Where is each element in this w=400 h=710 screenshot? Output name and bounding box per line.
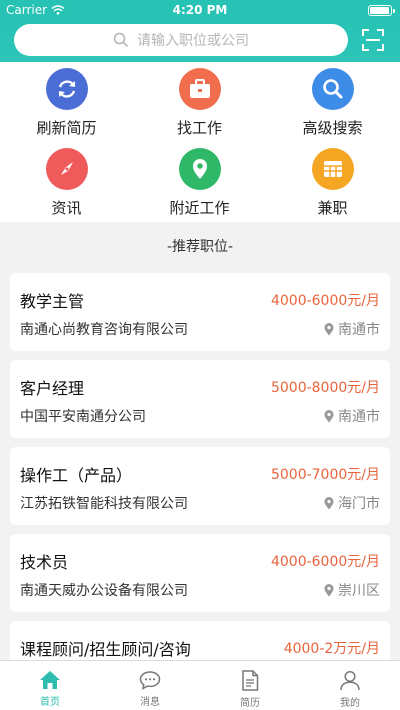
scan-icon[interactable] [362,29,384,51]
tab-profile[interactable]: 我的 [300,661,400,710]
job-salary: 5000-8000元/月 [270,380,380,396]
job-title: 技术员 [20,553,69,572]
job-location-label: 南通市 [338,409,380,425]
search-icon [113,32,129,48]
tab-home[interactable]: 首页 [0,661,100,710]
tab-resume[interactable]: 简历 [200,661,300,710]
location-pin-icon [324,322,334,335]
recommended-jobs-title: -推荐职位- [166,239,234,255]
job-location: 崇川区 [324,580,380,600]
job-location: 南通市 [324,406,380,426]
job-location-label: 海门市 [338,496,380,512]
location-pin-icon [178,148,221,190]
location-pin-icon [324,583,334,596]
job-title: 操作工（产品） [20,466,133,485]
status-time: 4:20 PM [172,3,228,17]
compass-icon [45,148,88,190]
tab-label: 首页 [40,697,60,708]
tab-label: 消息 [140,697,160,708]
quick-nav-label: 附近工作 [169,199,230,217]
job-salary: 5000-7000元/月 [270,467,380,483]
job-company: 南通心尚教育咨询有限公司 [20,322,188,338]
tab-label: 简历 [240,698,260,709]
profile-icon [340,670,360,691]
battery-icon [368,5,395,16]
job-title: 课程顾问/招生顾问/咨询 [20,640,191,659]
job-card[interactable]: 操作工（产品） 5000-7000元/月 江苏拓铁智能科技有限公司 海门市 [10,447,390,525]
location-pin-icon [324,409,334,422]
job-salary: 4000-6000元/月 [270,554,380,570]
quick-nav-grid: 刷新简历 找工作 高级搜索 资讯 附近工作 兼职 [0,62,400,222]
bottom-tab-bar: 首页 消息 简历 我的 [0,660,400,710]
tab-label: 我的 [340,698,360,709]
search-icon [311,68,354,110]
top-header: Carrier 4:20 PM 请输入职位或公司 [0,0,400,62]
job-company: 中国平安南通分公司 [20,409,146,425]
quick-nav-label: 高级搜索 [302,119,363,137]
tab-messages[interactable]: 消息 [100,661,200,710]
job-location: 海门市 [324,493,380,513]
quick-nav-find-job[interactable]: 找工作 [133,62,266,142]
location-pin-icon [324,496,334,509]
search-placeholder: 请输入职位或公司 [137,33,249,49]
quick-nav-label: 找工作 [176,119,222,137]
quick-nav-part-time[interactable]: 兼职 [266,142,399,222]
quick-nav-refresh-resume[interactable]: 刷新简历 [0,62,133,142]
message-icon [139,671,161,690]
refresh-icon [45,68,88,110]
quick-nav-news[interactable]: 资讯 [0,142,133,222]
job-title: 教学主管 [20,292,85,311]
grid-icon [311,148,354,190]
job-company: 南通天威办公设备有限公司 [20,583,188,599]
search-input[interactable]: 请输入职位或公司 [14,24,348,56]
job-card[interactable]: 客户经理 5000-8000元/月 中国平安南通分公司 南通市 [10,360,390,438]
status-bar: Carrier 4:20 PM [0,0,400,20]
job-card[interactable]: 技术员 4000-6000元/月 南通天威办公设备有限公司 崇川区 [10,534,390,612]
job-company: 江苏拓铁智能科技有限公司 [20,496,188,512]
job-location-label: 崇川区 [338,583,380,599]
quick-nav-advanced-search[interactable]: 高级搜索 [266,62,399,142]
job-salary: 4000-2万元/月 [283,641,380,657]
briefcase-icon [178,68,221,110]
job-location-label: 南通市 [338,322,380,338]
job-card[interactable]: 教学主管 4000-6000元/月 南通心尚教育咨询有限公司 南通市 [10,273,390,351]
home-icon [40,671,60,689]
job-location: 南通市 [324,319,380,339]
quick-nav-nearby-jobs[interactable]: 附近工作 [133,142,266,222]
quick-nav-label: 资讯 [51,199,82,217]
job-salary: 4000-6000元/月 [270,293,380,309]
quick-nav-label: 兼职 [317,199,348,217]
resume-icon [242,670,259,691]
job-title: 客户经理 [20,379,85,398]
quick-nav-label: 刷新简历 [36,119,97,137]
